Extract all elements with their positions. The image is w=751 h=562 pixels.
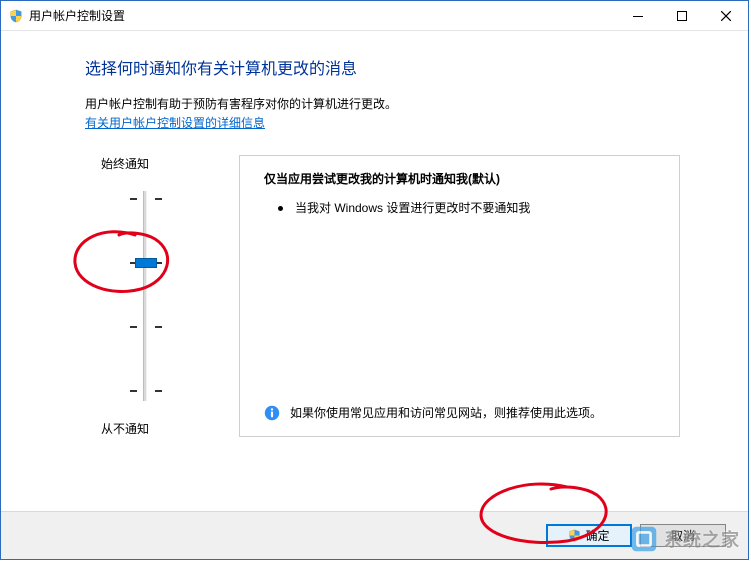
cancel-button[interactable]: 取消 (640, 524, 726, 547)
page-heading: 选择何时通知你有关计算机更改的消息 (85, 55, 714, 79)
info-icon (264, 405, 280, 421)
cancel-button-label: 取消 (671, 527, 695, 544)
level-description-panel: 仅当应用尝试更改我的计算机时通知我(默认) 当我对 Windows 设置进行更改… (239, 155, 680, 437)
page-description: 用户帐户控制有助于预防有害程序对你的计算机进行更改。 (85, 95, 714, 112)
ok-button[interactable]: 确定 (546, 524, 632, 547)
minimize-button[interactable] (616, 1, 660, 31)
dialog-footer: 确定 取消 (1, 511, 748, 559)
maximize-icon (677, 11, 687, 21)
slider-track-wrap (85, 182, 205, 410)
slider-bottom-label: 从不通知 (85, 420, 205, 437)
panel-title: 仅当应用尝试更改我的计算机时通知我(默认) (264, 170, 661, 187)
body-row: 始终通知 从不通知 仅当应用尝试更改我的计算机时通知我(默认) (85, 155, 714, 437)
slider-top-label: 始终通知 (85, 155, 205, 172)
close-button[interactable] (704, 1, 748, 31)
slider-track[interactable] (143, 191, 147, 401)
slider-thumb[interactable] (135, 258, 157, 268)
panel-bullet: 当我对 Windows 设置进行更改时不要通知我 (278, 199, 661, 218)
uac-shield-icon (568, 529, 581, 542)
uac-shield-icon (9, 9, 23, 23)
bullet-dot-icon (278, 206, 283, 211)
content-area: 选择何时通知你有关计算机更改的消息 用户帐户控制有助于预防有害程序对你的计算机进… (1, 31, 748, 521)
window-title: 用户帐户控制设置 (29, 7, 125, 24)
uac-learn-more-link[interactable]: 有关用户帐户控制设置的详细信息 (85, 116, 265, 130)
notification-slider[interactable]: 始终通知 从不通知 (85, 155, 205, 437)
panel-info-text: 如果你使用常见应用和访问常见网站，则推荐使用此选项。 (290, 404, 602, 422)
minimize-icon (633, 11, 643, 21)
ok-button-label: 确定 (585, 527, 609, 544)
maximize-button[interactable] (660, 1, 704, 31)
panel-info: 如果你使用常见应用和访问常见网站，则推荐使用此选项。 (264, 404, 661, 422)
uac-settings-window: 用户帐户控制设置 选择何时通知你有关计算机更改的消息 用户帐户控制有助于预防有害… (0, 0, 749, 560)
panel-bullet-text: 当我对 Windows 设置进行更改时不要通知我 (295, 199, 530, 218)
titlebar: 用户帐户控制设置 (1, 1, 748, 31)
close-icon (721, 11, 731, 21)
